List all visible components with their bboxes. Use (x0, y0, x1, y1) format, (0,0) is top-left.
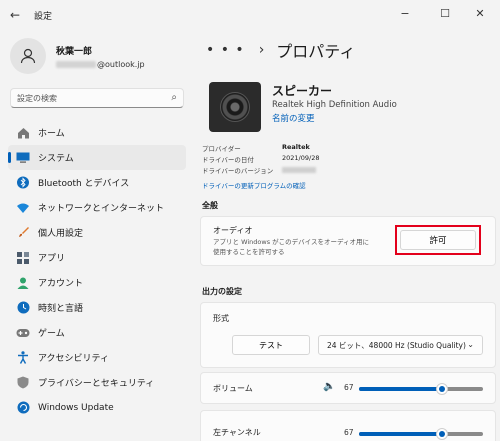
property-key: プロバイダー (202, 145, 241, 153)
device-driver: Realtek High Definition Audio (272, 100, 397, 110)
device-name: スピーカー (272, 84, 333, 98)
volume-value: 67 (344, 383, 354, 392)
sidebar-item-label: アカウント (38, 279, 84, 289)
sidebar-item-privacy-security[interactable]: プライバシーとセキュリティ (8, 370, 186, 395)
app-title: 設定 (34, 12, 53, 22)
user-profile[interactable]: 秋葉一郎 @outlook.jp (10, 36, 190, 76)
shield-icon (16, 376, 30, 389)
search-icon[interactable]: ⌕ (171, 92, 177, 103)
home-icon (16, 126, 30, 139)
left-channel-value: 67 (344, 428, 354, 437)
avatar (10, 38, 46, 74)
sidebar-item-label: ホーム (38, 129, 65, 139)
sidebar-item-accessibility[interactable]: アクセシビリティ (8, 345, 186, 370)
rename-link[interactable]: 名前の変更 (272, 112, 315, 124)
close-button[interactable]: ✕ (468, 3, 492, 23)
brush-icon (16, 226, 30, 239)
slider-thumb[interactable] (436, 428, 449, 440)
breadcrumb: • • • › プロパティ (206, 38, 355, 62)
output-heading: 出力の設定 (202, 287, 242, 296)
left-channel-label: 左チャンネル (213, 428, 261, 437)
time-language-icon (16, 301, 30, 314)
property-value: Realtek (282, 143, 310, 151)
chevron-right-icon: › (258, 42, 265, 58)
main-content: • • • › プロパティ スピーカー Realtek High Definit… (192, 30, 500, 441)
sidebar-item-home[interactable]: ホーム (8, 120, 186, 145)
sidebar-item-label: システム (38, 154, 74, 164)
speaker-volume-icon[interactable]: 🔈 (323, 381, 335, 392)
property-value: 2021/09/28 (282, 154, 320, 162)
sidebar-item-label: プライバシーとセキュリティ (38, 379, 155, 389)
network-icon (16, 201, 30, 214)
left-channel-slider[interactable] (359, 428, 483, 440)
breadcrumb-overflow-button[interactable]: • • • (206, 42, 245, 58)
nav-list: ホーム システム Bluetooth とデバイス ネットワークとインターネット … (8, 120, 186, 420)
minimize-button[interactable]: − (393, 3, 417, 23)
search-box[interactable]: ⌕ (10, 88, 184, 108)
maximize-button[interactable]: ☐ (433, 3, 457, 23)
general-heading: 全般 (202, 201, 218, 210)
audio-title: オーディオ (213, 226, 253, 235)
slider-fill (359, 387, 443, 391)
system-icon (16, 151, 30, 164)
test-button[interactable]: テスト (232, 335, 310, 355)
sidebar-item-label: Windows Update (38, 402, 114, 413)
volume-slider[interactable] (359, 383, 483, 395)
sidebar-item-apps[interactable]: アプリ (8, 245, 186, 270)
sidebar-item-time-language[interactable]: 時刻と言語 (8, 295, 186, 320)
format-value: 24 ビット、48000 Hz (Studio Quality) (327, 340, 466, 350)
property-key: ドライバーの日付 (202, 156, 254, 164)
format-label: 形式 (213, 314, 229, 323)
sidebar-item-label: Bluetooth とデバイス (38, 179, 130, 189)
audio-card: オーディオ アプリと Windows がこのデバイスをオーディオ用に使用すること… (200, 216, 496, 266)
speaker-cone (220, 92, 250, 122)
user-name: 秋葉一郎 (56, 47, 93, 57)
redacted-email (56, 61, 96, 68)
apps-icon (16, 251, 30, 264)
sidebar-item-system[interactable]: システム (8, 145, 186, 170)
accessibility-icon (16, 351, 30, 364)
chevron-down-icon: ⌄ (467, 340, 474, 349)
user-email: @outlook.jp (56, 60, 145, 69)
game-icon (16, 326, 30, 339)
sidebar-item-label: ネットワークとインターネット (38, 204, 165, 214)
format-card: 形式 テスト 24 ビット、48000 Hz (Studio Quality) … (200, 302, 496, 368)
sidebar: 秋葉一郎 @outlook.jp ⌕ ホーム システム Bluetooth とデ… (0, 30, 192, 441)
sidebar-item-gaming[interactable]: ゲーム (8, 320, 186, 345)
sidebar-item-bluetooth[interactable]: Bluetooth とデバイス (8, 170, 186, 195)
page-title: プロパティ (276, 42, 356, 61)
redacted-version (282, 167, 316, 173)
speaker-icon (209, 82, 261, 132)
user-icon (20, 48, 36, 64)
windows-update-icon (16, 401, 30, 414)
volume-label: ボリューム (213, 384, 253, 393)
sidebar-item-label: 時刻と言語 (38, 304, 84, 314)
sidebar-item-personalization[interactable]: 個人用設定 (8, 220, 186, 245)
email-domain: @outlook.jp (97, 60, 145, 69)
sidebar-item-label: ゲーム (38, 329, 65, 339)
sidebar-item-accounts[interactable]: アカウント (8, 270, 186, 295)
slider-fill (359, 432, 443, 436)
driver-update-link[interactable]: ドライバーの更新プログラムの確認 (202, 180, 306, 190)
sidebar-item-label: 個人用設定 (38, 229, 84, 239)
search-input[interactable] (17, 93, 167, 103)
slider-thumb[interactable] (436, 383, 449, 395)
bluetooth-icon (16, 176, 30, 189)
sidebar-item-label: アプリ (38, 254, 66, 264)
left-channel-card: 左チャンネル 67 (200, 410, 496, 441)
audio-description: アプリと Windows がこのデバイスをオーディオ用に使用することを許可する (213, 238, 369, 256)
property-key: ドライバーのバージョン (202, 167, 274, 175)
format-dropdown[interactable]: 24 ビット、48000 Hz (Studio Quality) ⌄ (318, 335, 483, 355)
sidebar-item-network[interactable]: ネットワークとインターネット (8, 195, 186, 220)
back-arrow-icon[interactable]: ← (6, 6, 24, 24)
sidebar-item-label: アクセシビリティ (38, 354, 110, 364)
volume-card: ボリューム 🔈 67 (200, 372, 496, 404)
title-bar: ← 設定 − ☐ ✕ (0, 0, 500, 30)
sidebar-item-windows-update[interactable]: Windows Update (8, 395, 186, 420)
allow-button[interactable]: 許可 (400, 230, 476, 250)
account-icon (16, 276, 30, 289)
